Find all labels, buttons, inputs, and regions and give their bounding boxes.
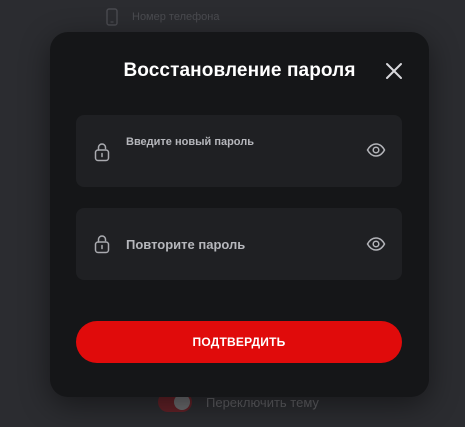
new-password-field[interactable]: Введите новый пароль (76, 115, 402, 187)
eye-icon[interactable] (366, 235, 386, 253)
phone-icon (106, 8, 118, 26)
background-phone-row: Номер телефона (106, 8, 219, 26)
modal-title: Восстановление пароля (123, 60, 356, 81)
background-phone-label: Номер телефона (132, 11, 220, 23)
new-password-input[interactable] (126, 153, 356, 171)
password-recovery-modal: Восстановление пароля Введите новый паро… (50, 32, 429, 397)
submit-button[interactable]: ПОДТВЕРДИТЬ (76, 321, 402, 363)
lock-icon (94, 235, 110, 254)
repeat-password-input[interactable] (126, 234, 356, 254)
close-icon[interactable] (383, 60, 405, 82)
lock-icon (94, 143, 110, 162)
repeat-password-field[interactable] (76, 208, 402, 280)
new-password-label: Введите новый пароль (126, 136, 254, 148)
eye-icon[interactable] (366, 141, 386, 159)
